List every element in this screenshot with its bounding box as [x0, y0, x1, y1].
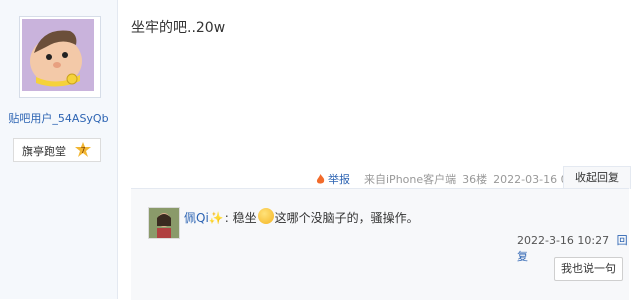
smiley-emoji-icon — [257, 207, 274, 224]
badge-level-number: 7 — [80, 146, 85, 155]
avatar-image — [22, 19, 94, 91]
author-username[interactable]: 贴吧用户_54ASyQb — [0, 110, 117, 126]
level-icon: 7 — [74, 141, 92, 159]
author-sidebar: 贴吧用户_54ASyQb 旗亭跑堂 7 — [0, 0, 118, 299]
comment-text-after: 这哪个没脑子的，骚操作。 — [274, 211, 419, 225]
comment-timestamp: 2022-3-16 10:27 — [517, 234, 610, 247]
post-source: 来自iPhone客户端 — [364, 173, 457, 186]
comment-section: 佩Qi ✨ : 稳坐 这哪个没脑子的，骚操作。 2022-3-16 10:27 … — [131, 188, 629, 300]
commenter-name[interactable]: 佩Qi — [184, 209, 209, 226]
say-something-button[interactable]: 我也说一句 — [554, 257, 623, 281]
author-avatar[interactable] — [19, 16, 101, 98]
post-floor: 36楼 — [462, 173, 488, 186]
comment-row: 佩Qi ✨ : 稳坐 这哪个没脑子的，骚操作。 — [184, 207, 419, 226]
report-label: 举报 — [328, 173, 350, 186]
post-content: 坐牢的吧..20w — [131, 20, 226, 36]
badge-title: 旗亭跑堂 — [22, 145, 66, 158]
commenter-avatar[interactable] — [148, 207, 180, 239]
sparkle-icon: ✨ — [208, 210, 224, 225]
commenter-avatar-image — [149, 208, 179, 238]
post-meta: 举报 来自iPhone客户端 36楼 2022-03-16 08:57 — [316, 171, 598, 187]
report-link[interactable]: 举报 — [316, 171, 356, 187]
member-badge[interactable]: 旗亭跑堂 7 — [13, 138, 101, 162]
toggle-replies-button[interactable]: 收起回复 — [563, 166, 631, 189]
comment-text-before: : 稳坐 — [224, 211, 257, 225]
report-icon — [316, 173, 325, 184]
